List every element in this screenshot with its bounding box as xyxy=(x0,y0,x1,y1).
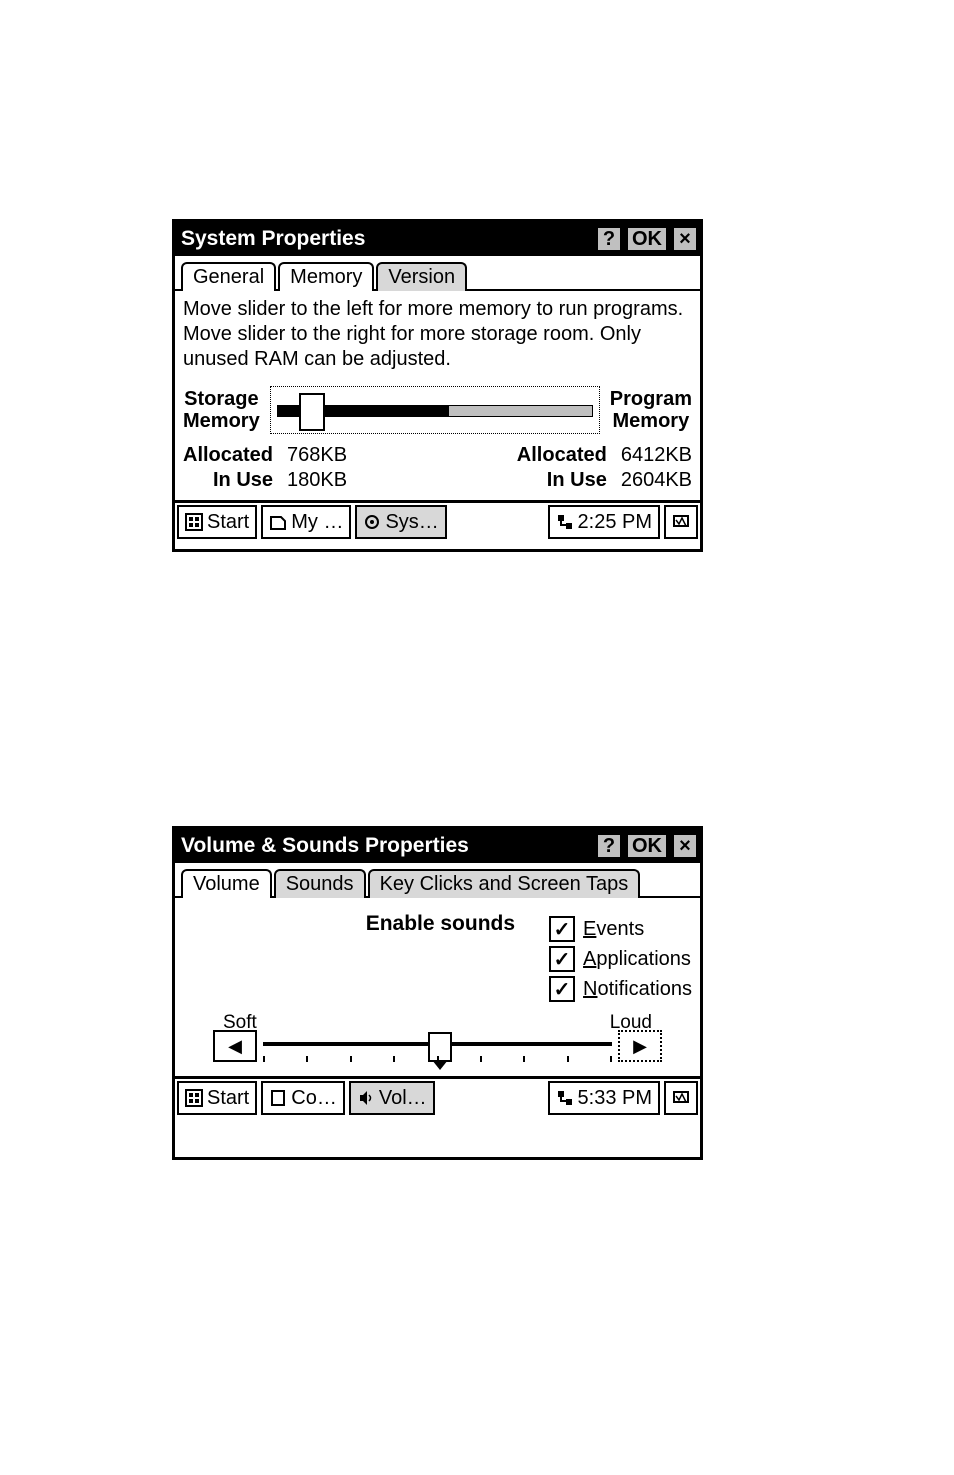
program-memory-label: ProgramMemory xyxy=(610,388,692,432)
system-tray[interactable]: 5:33 PM xyxy=(548,1081,660,1115)
taskbar-co[interactable]: Co… xyxy=(261,1081,345,1115)
tab-volume[interactable]: Volume xyxy=(181,869,272,898)
help-button[interactable]: ? xyxy=(596,833,622,859)
checkbox-notifications[interactable]: ✓ xyxy=(549,976,575,1002)
network-icon xyxy=(556,1089,574,1107)
volume-up-button[interactable]: ▶ xyxy=(618,1030,662,1062)
document-icon xyxy=(269,1089,287,1107)
document-icon xyxy=(269,513,287,531)
system-properties-window: System Properties ? OK × General Memory … xyxy=(172,219,703,552)
close-button[interactable]: × xyxy=(672,226,698,252)
taskbar-my[interactable]: My … xyxy=(261,505,351,539)
desktop-icon xyxy=(672,1089,690,1107)
tab-version[interactable]: Version xyxy=(376,262,467,291)
program-inuse-value: 2604KB xyxy=(621,469,692,492)
window-title: Volume & Sounds Properties xyxy=(175,834,594,858)
show-desktop-button[interactable] xyxy=(664,1081,698,1115)
taskbar-co-label: Co… xyxy=(291,1087,337,1110)
memory-description: Move slider to the left for more memory … xyxy=(183,297,692,372)
start-button[interactable]: Start xyxy=(177,505,257,539)
memory-slider[interactable] xyxy=(270,386,600,434)
desktop-icon xyxy=(672,513,690,531)
checkbox-events[interactable]: ✓ xyxy=(549,916,575,942)
taskbar-sys-label: Sys… xyxy=(385,511,438,534)
clock: 5:33 PM xyxy=(578,1087,652,1110)
tabstrip: General Memory Version xyxy=(175,256,700,291)
program-allocated-value: 6412KB xyxy=(621,444,692,467)
storage-memory-label: StorageMemory xyxy=(183,388,260,432)
events-label: Events xyxy=(583,918,644,941)
taskbar: Start My … Sys… 2:25 PM xyxy=(175,500,700,541)
ok-button[interactable]: OK xyxy=(626,226,668,252)
tab-general[interactable]: General xyxy=(181,262,276,291)
storage-inuse-label: In Use xyxy=(183,469,273,492)
network-icon xyxy=(556,513,574,531)
titlebar: Volume & Sounds Properties ? OK × xyxy=(175,829,700,863)
system-tray[interactable]: 2:25 PM xyxy=(548,505,660,539)
ok-button[interactable]: OK xyxy=(626,833,668,859)
taskbar-sys[interactable]: Sys… xyxy=(355,505,446,539)
gear-icon xyxy=(363,513,381,531)
tabstrip: Volume Sounds Key Clicks and Screen Taps xyxy=(175,863,700,898)
program-inuse-label: In Use xyxy=(517,469,607,492)
notifications-label: Notifications xyxy=(583,978,692,1001)
tab-memory[interactable]: Memory xyxy=(278,262,374,291)
storage-allocated-value: 768KB xyxy=(287,444,347,467)
tab-sounds[interactable]: Sounds xyxy=(274,869,366,898)
memory-tab-content: Move slider to the left for more memory … xyxy=(175,289,700,500)
tab-keyclicks[interactable]: Key Clicks and Screen Taps xyxy=(368,869,641,898)
clock: 2:25 PM xyxy=(578,511,652,534)
titlebar: System Properties ? OK × xyxy=(175,222,700,256)
taskbar-vol[interactable]: Vol… xyxy=(349,1081,435,1115)
program-allocated-label: Allocated xyxy=(517,444,607,467)
start-button[interactable]: Start xyxy=(177,1081,257,1115)
applications-label: Applications xyxy=(583,948,691,971)
show-desktop-button[interactable] xyxy=(664,505,698,539)
storage-allocated-label: Allocated xyxy=(183,444,273,467)
start-icon xyxy=(185,513,203,531)
checkbox-applications[interactable]: ✓ xyxy=(549,946,575,972)
window-title: System Properties xyxy=(175,227,594,251)
volume-slider[interactable]: Soft Loud ◀ ▶ xyxy=(213,1012,662,1068)
volume-tab-content: Enable sounds ✓ Events ✓ Applications ✓ … xyxy=(175,896,700,1076)
start-icon xyxy=(185,1089,203,1107)
slider-thumb[interactable] xyxy=(299,393,325,431)
taskbar-my-label: My … xyxy=(291,511,343,534)
volume-sounds-window: Volume & Sounds Properties ? OK × Volume… xyxy=(172,826,703,1160)
taskbar: Start Co… Vol… 5:33 PM xyxy=(175,1076,700,1117)
volume-down-button[interactable]: ◀ xyxy=(213,1030,257,1062)
speaker-icon xyxy=(357,1089,375,1107)
start-label: Start xyxy=(207,1087,249,1110)
help-button[interactable]: ? xyxy=(596,226,622,252)
close-button[interactable]: × xyxy=(672,833,698,859)
taskbar-vol-label: Vol… xyxy=(379,1087,427,1110)
start-label: Start xyxy=(207,511,249,534)
enable-sounds-label: Enable sounds xyxy=(183,912,525,936)
storage-inuse-value: 180KB xyxy=(287,469,347,492)
